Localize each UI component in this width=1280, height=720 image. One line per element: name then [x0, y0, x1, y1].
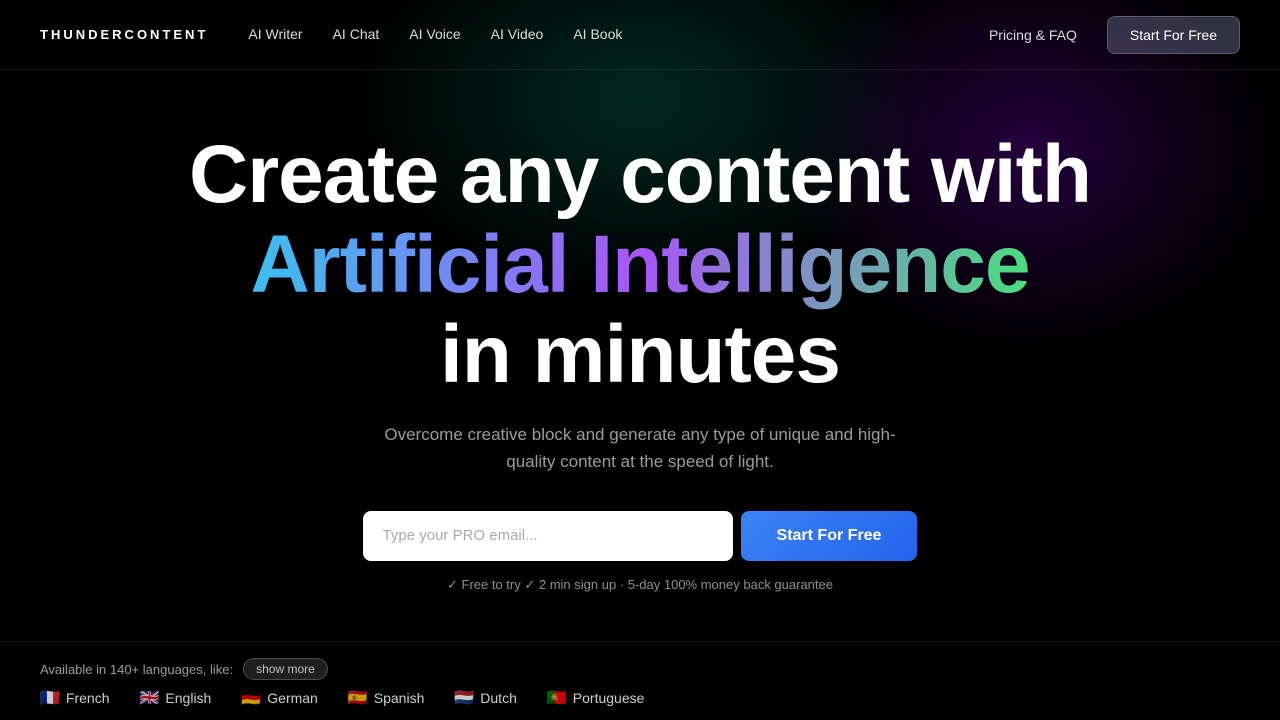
flag-dutch: 🇳🇱 [454, 688, 474, 708]
flag-german: 🇩🇪 [241, 688, 261, 708]
email-input[interactable] [363, 511, 733, 561]
nav-ai-book[interactable]: AI Book [573, 26, 622, 42]
hero-subtitle: Overcome creative block and generate any… [380, 421, 900, 475]
lang-portuguese: 🇵🇹 Portuguese [547, 688, 645, 708]
lang-dutch-label: Dutch [480, 690, 517, 706]
lang-spanish-label: Spanish [374, 690, 425, 706]
guarantee-text: ✓ Free to try ✓ 2 min sign up · 5-day 10… [447, 577, 833, 593]
nav-ai-chat[interactable]: AI Chat [333, 26, 380, 42]
nav-ai-writer[interactable]: AI Writer [248, 26, 302, 42]
lang-english: 🇬🇧 English [140, 688, 212, 708]
flag-french: 🇫🇷 [40, 688, 60, 708]
languages-bar: Available in 140+ languages, like: show … [0, 641, 1280, 720]
lang-german: 🇩🇪 German [241, 688, 318, 708]
lang-german-label: German [267, 690, 318, 706]
lang-spanish: 🇪🇸 Spanish [348, 688, 425, 708]
flag-english: 🇬🇧 [140, 688, 160, 708]
hero-title-line1: Create any content with [189, 129, 1091, 220]
pricing-link[interactable]: Pricing & FAQ [989, 27, 1077, 43]
logo: THUNDERCONTENT [40, 27, 208, 42]
nav-cta-button[interactable]: Start For Free [1107, 16, 1240, 54]
email-form: Start For Free [363, 511, 918, 561]
show-more-button[interactable]: show more [243, 658, 328, 680]
flag-portuguese: 🇵🇹 [547, 688, 567, 708]
languages-top: Available in 140+ languages, like: show … [40, 658, 1240, 680]
lang-french-label: French [66, 690, 110, 706]
lang-dutch: 🇳🇱 Dutch [454, 688, 517, 708]
lang-french: 🇫🇷 French [40, 688, 110, 708]
navbar: THUNDERCONTENT AI Writer AI Chat AI Voic… [0, 0, 1280, 70]
hero-title-line3: in minutes [440, 309, 840, 400]
nav-right: Pricing & FAQ Start For Free [989, 16, 1240, 54]
nav-ai-video[interactable]: AI Video [491, 26, 544, 42]
lang-english-label: English [165, 690, 211, 706]
languages-label: Available in 140+ languages, like: [40, 662, 233, 677]
nav-links: AI Writer AI Chat AI Voice AI Video AI B… [248, 26, 622, 44]
hero-title-line2: Artificial Intelligence [251, 219, 1030, 310]
hero-title: Create any content with Artificial Intel… [189, 130, 1091, 401]
languages-list: 🇫🇷 French 🇬🇧 English 🇩🇪 German 🇪🇸 Spanis… [40, 688, 1240, 708]
hero-section: Create any content with Artificial Intel… [0, 70, 1280, 593]
hero-cta-button[interactable]: Start For Free [741, 511, 918, 561]
nav-ai-voice[interactable]: AI Voice [409, 26, 460, 42]
lang-portuguese-label: Portuguese [573, 690, 645, 706]
nav-left: THUNDERCONTENT AI Writer AI Chat AI Voic… [40, 26, 622, 44]
flag-spanish: 🇪🇸 [348, 688, 368, 708]
